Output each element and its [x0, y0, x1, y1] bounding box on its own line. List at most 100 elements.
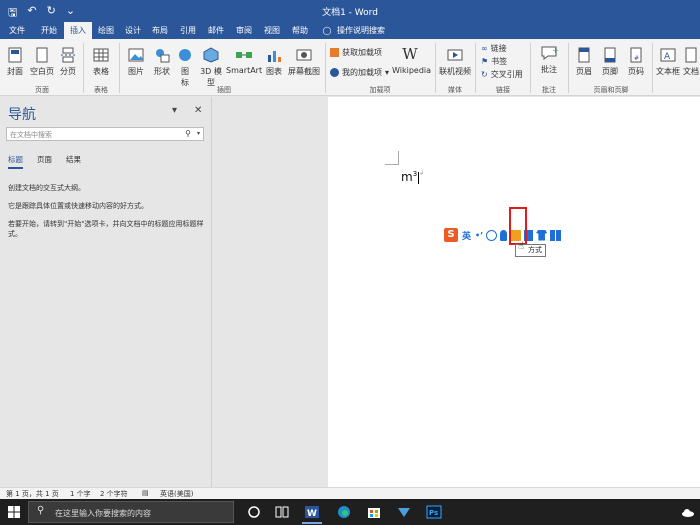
cube-icon [203, 47, 219, 63]
tab-references[interactable]: 引用 [174, 22, 202, 39]
3d-models-button[interactable]: 3D 模 型 [198, 47, 224, 88]
group-separator [568, 43, 569, 93]
tab-layout[interactable]: 布局 [146, 22, 174, 39]
chart-icon [268, 51, 281, 62]
tab-view[interactable]: 视图 [258, 22, 286, 39]
svg-text:A: A [664, 52, 671, 62]
bookmark-button[interactable]: ⚑ 书签 [481, 56, 507, 67]
tab-insert[interactable]: 插入 [64, 22, 92, 39]
taskbar-search-input[interactable]: ⚲ 在这里输入你要搜索的内容 [28, 501, 234, 523]
emoji-icon[interactable] [486, 229, 498, 241]
table-button[interactable]: 表格 [88, 47, 114, 77]
document-parts-button[interactable]: 文档 [682, 47, 700, 77]
tab-mailings[interactable]: 邮件 [202, 22, 230, 39]
cross-reference-icon: ↻ [481, 70, 488, 79]
group-label-comments: 批注 [542, 86, 556, 94]
svg-text:W: W [307, 509, 317, 519]
cross-reference-button[interactable]: ↻ 交叉引用 [481, 69, 523, 80]
pictures-button[interactable]: 图片 [124, 47, 148, 77]
nav-hint-3: 若要开始，请转到"开始"选项卡，并向文档中的标题应用标题样式。 [8, 220, 204, 238]
my-addins-button[interactable]: 我的加载项 ▾ [330, 67, 389, 78]
grid-menu-icon[interactable] [550, 229, 562, 241]
tell-me-search[interactable]: 操作说明搜索 [336, 22, 386, 39]
cover-page-button[interactable]: 封面 [4, 47, 26, 77]
new-comment-button[interactable]: + 批注 [536, 45, 562, 75]
chevron-down-icon[interactable]: ▾ [172, 105, 177, 116]
word-app-icon[interactable]: W [304, 504, 320, 520]
tab-pages[interactable]: 页面 [37, 154, 52, 165]
page-break-button[interactable]: 分页 [58, 47, 78, 77]
group-label-links: 链接 [496, 86, 510, 94]
link-button[interactable]: ∞ 链接 [481, 43, 507, 54]
nav-search-input[interactable]: 在文档中搜索 ⚲ ▾ [6, 127, 204, 141]
header-button[interactable]: 页眉 [572, 47, 596, 77]
page-number-icon: # [630, 47, 642, 63]
online-video-button[interactable]: 联机视频 [438, 47, 472, 77]
skin-shirt-icon[interactable] [536, 229, 548, 241]
chart-button[interactable]: 图表 [263, 47, 285, 77]
task-view-icon[interactable] [274, 504, 290, 520]
footer-button[interactable]: 页脚 [598, 47, 622, 77]
screenshot-button[interactable]: 屏幕截图 [286, 47, 322, 77]
onedrive-cloud-icon[interactable] [680, 504, 696, 520]
document-canvas: m3 ↲ S 英 •ʼ 方式 ☝ [213, 97, 700, 487]
document-page[interactable]: m3 ↲ S 英 •ʼ 方式 ☝ [328, 97, 700, 487]
page-count[interactable]: 第 1 页，共 1 页 [6, 489, 59, 499]
tab-home[interactable]: 开始 [34, 22, 64, 39]
svg-text:Ps: Ps [429, 509, 438, 517]
word-count[interactable]: 1 个字 [70, 489, 91, 499]
group-label-header-footer: 页眉和页脚 [593, 86, 629, 94]
windows-start-icon[interactable] [8, 506, 20, 518]
nav-hint-2: 它是跟踪具体位置或快速移动内容的好方式。 [8, 202, 148, 210]
tab-headings[interactable]: 标题 [8, 154, 23, 169]
document-text[interactable]: m3 ↲ [401, 170, 424, 184]
tab-design[interactable]: 设计 [120, 22, 146, 39]
tab-review[interactable]: 审阅 [230, 22, 258, 39]
get-addins-button[interactable]: 获取加载项 [330, 47, 382, 58]
microphone-icon[interactable] [500, 229, 508, 241]
navigation-pane: 导航 ▾ ✕ 在文档中搜索 ⚲ ▾ 标题 页面 结果 创建文档的交互式大纲。 它… [0, 97, 212, 487]
search-icon: ⚲ [37, 505, 45, 516]
group-label-media: 媒体 [448, 86, 462, 94]
mail-icon[interactable] [396, 504, 412, 520]
language-indicator[interactable]: 英语(美国) [160, 489, 193, 499]
shapes-icon [156, 49, 170, 63]
margin-corner-mark [385, 151, 399, 165]
page-break-icon [61, 47, 75, 63]
close-icon[interactable]: ✕ [194, 105, 202, 116]
addin-icon [330, 68, 339, 77]
title-bar: 🖫 ↶ ↻ ⌄ 文档1 - Word [0, 0, 700, 22]
photoshop-icon[interactable]: Ps [426, 504, 442, 520]
tab-results[interactable]: 结果 [66, 154, 81, 165]
page-number-button[interactable]: # 页码 [624, 47, 648, 77]
tab-help[interactable]: 帮助 [286, 22, 314, 39]
group-separator [475, 43, 476, 93]
store-icon[interactable] [366, 504, 382, 520]
group-separator [435, 43, 436, 93]
punctuation-icon[interactable]: •ʼ [475, 231, 483, 240]
search-icon[interactable]: ⚲ [185, 129, 191, 138]
wikipedia-button[interactable]: W Wikipedia [392, 45, 431, 75]
group-separator [325, 43, 326, 93]
tab-draw[interactable]: 绘图 [92, 22, 120, 39]
sogou-logo-icon[interactable]: S [444, 228, 458, 242]
textbox-button[interactable]: A 文本框 [656, 47, 680, 77]
blank-page-button[interactable]: 空白页 [28, 47, 56, 77]
group-label-addins: 加载项 [369, 86, 391, 94]
ime-mode-toggle[interactable]: 英 [462, 229, 471, 242]
search-options-icon[interactable]: ▾ [197, 130, 200, 137]
proofing-icon[interactable]: ▤ [142, 489, 149, 497]
picture-icon [128, 48, 144, 62]
textbox-icon: A [660, 48, 676, 62]
edge-browser-icon[interactable] [336, 504, 352, 520]
icons-button[interactable]: 图 标 [176, 47, 194, 88]
char-count[interactable]: 2 个字符 [100, 489, 128, 499]
comment-icon: + [541, 46, 558, 60]
blank-page-icon [36, 47, 48, 63]
tab-file[interactable]: 文件 [2, 22, 32, 39]
hand-pointer-icon: ☝ [518, 241, 525, 252]
cortana-icon[interactable] [246, 504, 262, 520]
shapes-button[interactable]: 形状 [150, 47, 174, 77]
screenshot-icon [296, 49, 312, 61]
smartart-button[interactable]: SmartArt [226, 47, 262, 75]
